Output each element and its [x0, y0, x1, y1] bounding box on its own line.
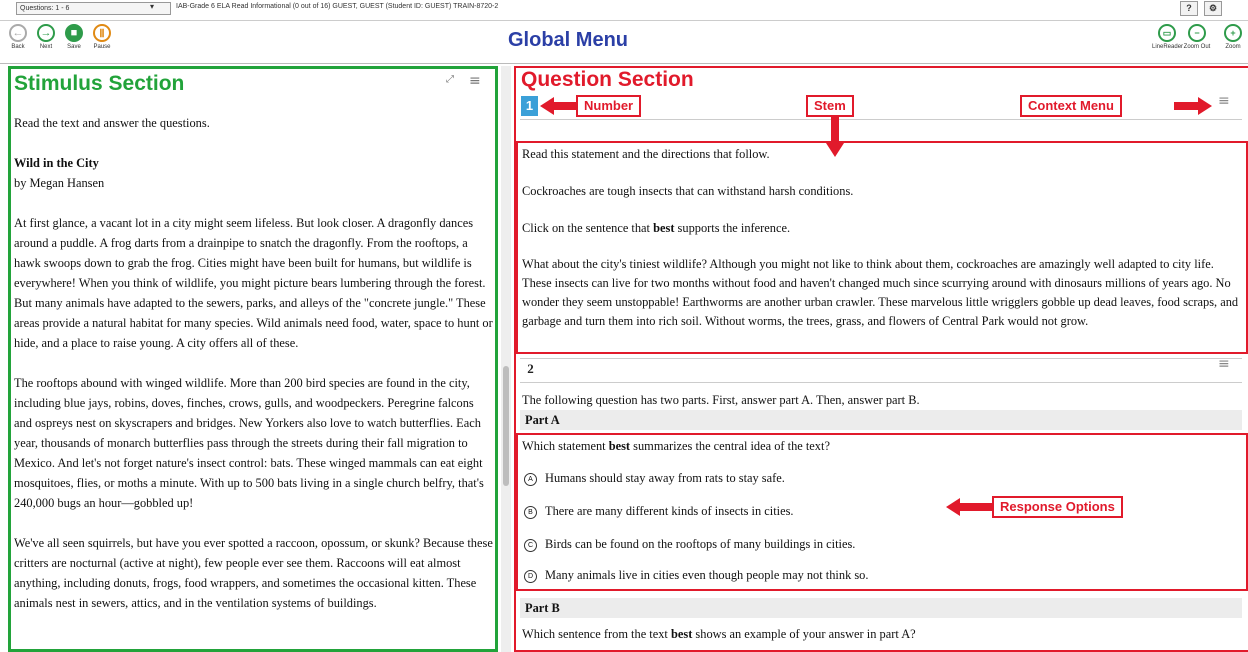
directions-suffix: supports the inference.	[674, 221, 791, 235]
stimulus-intro: Read the text and answer the questions.	[14, 116, 210, 130]
back-label: Back	[11, 44, 25, 50]
pause-button[interactable]: Ⅱ Pause	[89, 24, 115, 50]
stimulus-context-menu-icon[interactable]: ≡	[469, 73, 481, 89]
part-b-prompt: Which sentence from the text best shows …	[522, 624, 916, 644]
expand-icon[interactable]: ⤢	[446, 74, 454, 85]
response-option-c[interactable]: C Birds can be found on the rooftops of m…	[524, 535, 855, 553]
radio-bubble-a[interactable]: A	[524, 472, 537, 486]
stem-arrow-icon	[826, 117, 844, 157]
part-b-header: Part B	[520, 598, 1242, 618]
line-reader-icon: ▭	[1158, 24, 1176, 42]
part-a-bold: best	[608, 439, 631, 453]
radio-bubble-d[interactable]: D	[524, 569, 537, 583]
next-label: Next	[39, 44, 53, 50]
part-b-suffix: shows an example of your answer in part …	[692, 627, 916, 641]
question-1-stem: Read this statement and the directions t…	[522, 144, 1244, 331]
back-arrow-icon: ←	[9, 24, 27, 42]
passage-paragraph: We've all seen squirrels, but have you e…	[14, 536, 493, 610]
question-number-1: 1	[521, 96, 538, 116]
part-a-prompt: Which statement best summarizes the cent…	[522, 436, 830, 456]
save-icon: ■	[65, 24, 83, 42]
article-title: Wild in the City	[14, 156, 99, 170]
option-text: There are many different kinds of insect…	[545, 504, 794, 518]
global-menu-bar: ← Back → Next ■ Save Ⅱ Pause Global Menu…	[0, 21, 1248, 64]
line-reader-label: LineReader	[1152, 44, 1184, 50]
option-text: Birds can be found on the rooftops of ma…	[545, 537, 856, 551]
part-a-suffix: summarizes the central idea of the text?	[630, 439, 830, 453]
directions-bold: best	[653, 221, 675, 235]
line-reader-button[interactable]: ▭ LineReader	[1152, 24, 1184, 50]
article-byline: by Megan Hansen	[14, 176, 105, 190]
stem-callout: Stem	[806, 95, 854, 117]
radio-bubble-b[interactable]: B	[524, 505, 537, 519]
option-text: Many animals live in cities even though …	[545, 568, 869, 582]
test-info-bar: Questions: 1 - 6 ▾ IAB-Grade 6 ELA Read …	[0, 0, 1248, 21]
back-button[interactable]: ← Back	[5, 24, 31, 50]
zoom-out-icon: −	[1188, 24, 1206, 42]
zoom-out-label: Zoom Out	[1183, 44, 1211, 50]
scrollbar-thumb[interactable]	[503, 366, 509, 486]
divider	[520, 358, 1242, 359]
test-info-text: IAB-Grade 6 ELA Read Informational (0 ou…	[176, 3, 499, 10]
zoom-out-button[interactable]: − Zoom Out	[1182, 24, 1212, 50]
response-option-b[interactable]: B There are many different kinds of insec…	[524, 502, 794, 520]
passage-paragraph: At first glance, a vacant lot in a city …	[14, 216, 493, 350]
context-menu-arrow-icon	[1174, 97, 1212, 115]
next-arrow-icon: →	[37, 24, 55, 42]
response-options-callout: Response Options	[992, 496, 1123, 518]
context-menu-callout: Context Menu	[1020, 95, 1122, 117]
global-menu-title: Global Menu	[508, 29, 628, 51]
stimulus-scrollbar[interactable]	[501, 66, 511, 652]
question-section-title: Question Section	[521, 68, 694, 91]
stimulus-panel: Stimulus Section ⤢ ≡ Read the text and a…	[8, 66, 498, 652]
chevron-down-icon[interactable]: ▾	[150, 2, 154, 11]
option-text: Humans should stay away from rats to sta…	[545, 471, 785, 485]
settings-button[interactable]: ⚙	[1204, 1, 1222, 16]
directions-prefix: Click on the sentence that	[522, 221, 654, 235]
stem-statement: Cockroaches are tough insects that can w…	[522, 184, 854, 198]
stimulus-passage: Read the text and answer the questions. …	[14, 113, 494, 633]
question-2-context-menu-icon[interactable]: ≡	[1218, 356, 1230, 372]
pause-icon: Ⅱ	[93, 24, 111, 42]
save-button[interactable]: ■ Save	[61, 24, 87, 50]
zoom-in-button[interactable]: + Zoom	[1218, 24, 1248, 50]
zoom-in-icon: +	[1224, 24, 1242, 42]
passage-paragraph: The rooftops abound with winged wildlife…	[14, 376, 484, 510]
part-b-prefix: Which sentence from the text	[522, 627, 671, 641]
stem-excerpt[interactable]: What about the city's tiniest wildlife? …	[522, 255, 1244, 331]
stem-directions: Click on the sentence that best supports…	[522, 218, 1244, 238]
part-a-prefix: Which statement	[522, 439, 609, 453]
stem-line: Read this statement and the directions t…	[522, 147, 770, 161]
response-options-arrow-icon	[946, 498, 992, 516]
radio-bubble-c[interactable]: C	[524, 538, 537, 552]
divider	[520, 382, 1242, 383]
stimulus-section-title: Stimulus Section	[14, 72, 185, 95]
question-1-context-menu-icon[interactable]: ≡	[1218, 93, 1230, 109]
question-select[interactable]: Questions: 1 - 6	[16, 2, 171, 15]
pause-label: Pause	[93, 44, 111, 50]
response-option-a[interactable]: A Humans should stay away from rats to st…	[524, 469, 785, 487]
part-a-header: Part A	[520, 410, 1242, 430]
number-callout: Number	[576, 95, 642, 117]
divider	[520, 119, 1242, 120]
response-option-d[interactable]: D Many animals live in cities even though…	[524, 566, 868, 584]
question-2-intro: The following question has two parts. Fi…	[522, 393, 920, 407]
question-number-2: 2	[527, 361, 534, 376]
number-arrow-icon	[540, 97, 576, 115]
next-button[interactable]: → Next	[33, 24, 59, 50]
zoom-in-label: Zoom	[1225, 44, 1241, 50]
part-b-bold: best	[670, 627, 693, 641]
save-label: Save	[67, 44, 81, 50]
help-button[interactable]: ?	[1180, 1, 1198, 16]
